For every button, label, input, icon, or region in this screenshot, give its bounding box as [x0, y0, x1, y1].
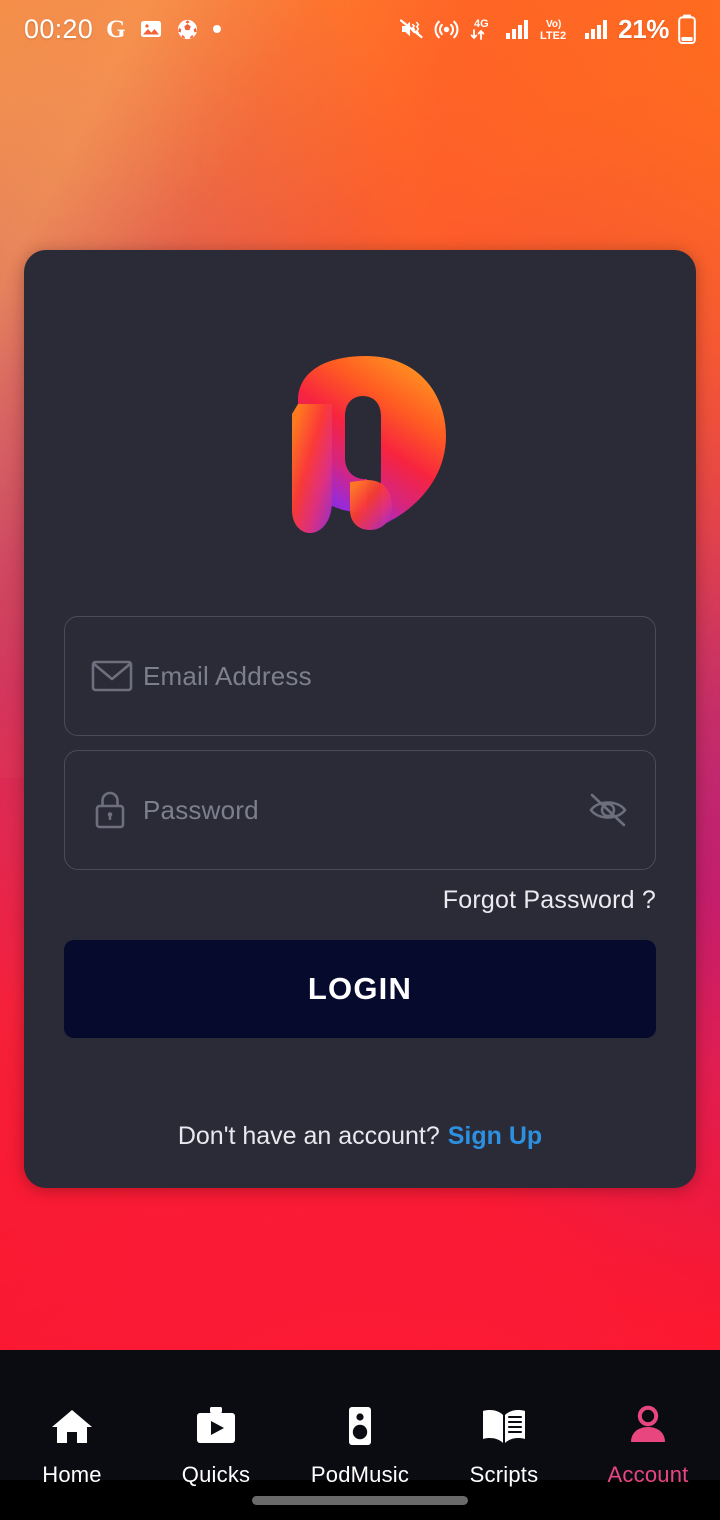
envelope-icon	[91, 659, 143, 693]
nav-item-quicks[interactable]: Quicks	[144, 1390, 288, 1488]
volte2-icon: Vo) LTE2	[539, 16, 575, 42]
home-icon	[49, 1404, 95, 1453]
speaker-icon	[337, 1404, 383, 1453]
4g-data-transfer-icon: 4G	[468, 16, 496, 42]
password-placeholder: Password	[143, 794, 259, 825]
lock-icon	[91, 789, 143, 831]
battery-icon	[678, 14, 696, 44]
notification-dot-icon	[212, 24, 222, 34]
nav-label-podmusic: PodMusic	[310, 1462, 410, 1487]
signal-bars-sim1-icon	[505, 18, 530, 40]
status-bar-left-group: 00:20 G	[24, 14, 222, 45]
app-logo	[24, 352, 696, 537]
gesture-bar[interactable]	[252, 1495, 468, 1505]
status-bar-clock: 00:20	[24, 13, 94, 44]
nav-label-home: Home	[42, 1462, 102, 1487]
svg-text:LTE2: LTE2	[540, 30, 566, 42]
eye-off-icon	[589, 793, 627, 827]
football-icon	[176, 18, 199, 41]
open-book-icon	[479, 1404, 529, 1453]
hotspot-icon	[434, 17, 459, 42]
nav-label-scripts: Scripts	[469, 1462, 539, 1487]
email-placeholder: Email Address	[143, 660, 312, 691]
status-bar: 00:20 G 4G Vo) LTE2 21%	[0, 0, 720, 58]
email-field[interactable]: Email Address	[64, 616, 656, 736]
person-icon	[625, 1404, 671, 1453]
nav-item-podmusic[interactable]: PodMusic	[288, 1390, 432, 1488]
nav-label-quicks: Quicks	[181, 1462, 251, 1487]
battery-percentage-label: 21%	[618, 13, 669, 44]
nav-item-account[interactable]: Account	[576, 1390, 720, 1488]
signup-prompt-label: Don't have an account?	[177, 1122, 440, 1150]
password-visibility-toggle[interactable]	[583, 792, 629, 828]
signup-row: Don't have an account? Sign Up	[24, 1122, 696, 1151]
forgot-password-link[interactable]: Forgot Password ?	[443, 886, 656, 915]
status-bar-right-group: 4G Vo) LTE2 21%	[399, 14, 696, 45]
nav-item-scripts[interactable]: Scripts	[432, 1390, 576, 1488]
gallery-image-icon	[139, 17, 163, 41]
svg-text:Vo): Vo)	[546, 19, 561, 30]
volume-mute-vibrate-icon	[399, 17, 425, 41]
signal-bars-sim2-icon	[584, 18, 609, 40]
login-button[interactable]: LOGIN	[64, 940, 656, 1038]
bottom-navigation-bar: Home Quicks PodMusic Scripts Account	[0, 1390, 720, 1487]
svg-text:4G: 4G	[474, 18, 489, 30]
password-field[interactable]: Password	[64, 750, 656, 870]
nav-item-home[interactable]: Home	[0, 1390, 144, 1488]
signup-link[interactable]: Sign Up	[448, 1122, 542, 1151]
login-card: Email Address Password Forgot Password ?…	[24, 250, 696, 1188]
nav-label-account: Account	[607, 1462, 689, 1487]
phone-screen: 00:20 G 4G Vo) LTE2 21% Email Address Pa…	[0, 0, 720, 1520]
google-icon: G	[106, 15, 126, 43]
briefcase-play-icon	[193, 1404, 239, 1453]
